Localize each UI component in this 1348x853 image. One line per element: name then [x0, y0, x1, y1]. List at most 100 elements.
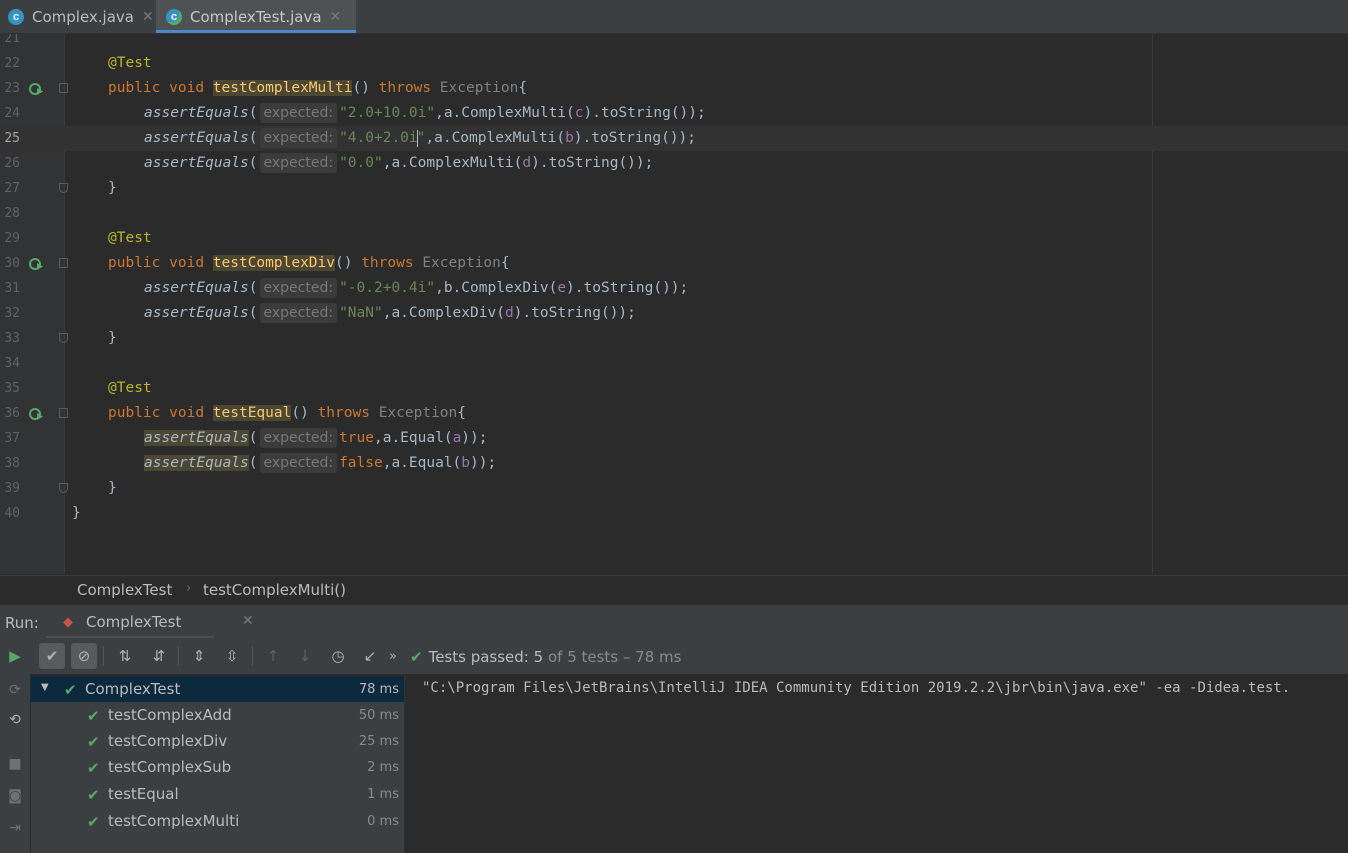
code-text: assertEquals(expected: false,a.Equal(b)); — [144, 451, 496, 476]
tab-complex-java[interactable]: c Complex.java ✕ — [0, 0, 163, 33]
tree-item-test[interactable]: ✔ testComplexDiv 25 ms — [31, 728, 404, 754]
tree-item-test[interactable]: ✔ testComplexSub 2 ms — [31, 754, 404, 780]
sort-by-duration-icon[interactable]: ⇵ — [146, 643, 172, 669]
toggle-auto-test-icon[interactable]: ⟲ — [5, 710, 25, 730]
close-icon[interactable]: ✕ — [142, 9, 154, 25]
field-ref: e — [557, 280, 567, 296]
run-test-icon[interactable] — [29, 257, 43, 271]
breadcrumb: ComplexTest › testComplexMulti() — [0, 575, 1348, 604]
tree-item-test[interactable]: ✔ testComplexAdd 50 ms — [31, 702, 404, 728]
method-call: assertEquals — [144, 430, 249, 446]
code-text: @Test — [108, 226, 152, 251]
previous-failed-icon[interactable]: ↑ — [260, 643, 286, 669]
camera-icon[interactable]: ◙ — [5, 786, 25, 806]
triangle-down-icon[interactable]: ▼ — [41, 682, 49, 693]
check-icon: ✔ — [87, 786, 100, 804]
tree-item-test[interactable]: ✔ testEqual 1 ms — [31, 781, 404, 807]
test-config-icon: ◆ — [63, 615, 73, 630]
chevron-right-icon: › — [186, 581, 192, 596]
field-ref: b — [461, 455, 471, 471]
fold-marker[interactable] — [59, 258, 68, 268]
field-ref: a — [452, 430, 462, 446]
line-number: 35 — [4, 381, 20, 396]
code-text: } — [108, 176, 117, 201]
fold-marker[interactable] — [59, 183, 68, 193]
line-number: 21 — [4, 34, 20, 46]
code-text: ,a.ComplexDiv( — [382, 305, 505, 321]
code-text: )); — [470, 455, 497, 471]
test-history-icon[interactable]: ◷ — [325, 643, 351, 669]
code-line-current: 25 assertEquals(expected: "4.0+2.0i",a.Co… — [0, 126, 1348, 151]
code-text: } — [108, 326, 117, 351]
code-line: 24 assertEquals(expected: "2.0+10.0i",a.C… — [0, 101, 1348, 126]
code-line: 40 } — [0, 501, 1348, 526]
code-text: } — [108, 480, 117, 496]
method-name: testComplexDiv — [212, 255, 335, 271]
rerun-icon[interactable]: ▶ — [2, 643, 28, 669]
parameter-hint: expected: — [259, 428, 338, 448]
code-text: { — [518, 80, 528, 96]
line-number: 27 — [4, 181, 20, 196]
code-text: () — [291, 405, 309, 421]
fold-marker[interactable] — [59, 83, 68, 93]
breadcrumb-class[interactable]: ComplexTest — [77, 581, 172, 599]
sort-alphabetically-icon[interactable]: ⇅ — [112, 643, 138, 669]
code-editor[interactable]: 21 22 @Test 23 public void testComplexMu… — [0, 34, 1348, 574]
more-actions-icon[interactable]: » — [380, 643, 406, 669]
console-output[interactable]: "C:\Program Files\JetBrains\IntelliJ IDE… — [405, 676, 1348, 853]
line-number: 37 — [4, 431, 20, 446]
keyword: void — [169, 80, 205, 96]
status-count: 5 — [533, 648, 544, 666]
parameter-hint: expected: — [259, 303, 338, 323]
run-toolbar: ▶ ✔ ⊘ ⇅ ⇵ ⇕ ⇳ ↑ ↓ ◷ ↙ » ✔ Tests passed: 5… — [0, 638, 1348, 674]
exit-icon[interactable]: ⇥ — [5, 818, 25, 838]
run-tab-complextest[interactable]: ◆ ComplexTest ✕ — [46, 605, 254, 639]
tree-item-root[interactable]: ▼ ✔ ComplexTest 78 ms — [31, 676, 404, 702]
method-call: assertEquals — [144, 280, 249, 296]
line-number: 39 — [4, 481, 20, 496]
close-icon[interactable]: ✕ — [330, 9, 342, 25]
rerun-failed-icon[interactable]: ⟳ — [5, 680, 25, 700]
show-passed-toggle-icon[interactable]: ✔ — [39, 643, 65, 669]
line-number: 33 — [4, 331, 20, 346]
code-text: ).toString()); — [513, 305, 636, 321]
line-number: 32 — [4, 306, 20, 321]
check-icon: ✔ — [87, 707, 100, 725]
line-number: 25 — [4, 131, 20, 146]
next-failed-icon[interactable]: ↓ — [292, 643, 318, 669]
editor-tab-bar: c Complex.java ✕ c ComplexTest.java ✕ — [0, 0, 1348, 34]
test-time: 2 ms — [367, 760, 399, 775]
code-text: ).toString()); — [531, 155, 654, 171]
code-line: 37 assertEquals(expected: true,a.Equal(a)… — [0, 426, 1348, 451]
test-name: testComplexAdd — [108, 706, 232, 724]
keyword: throws — [378, 80, 432, 96]
check-icon: ✔ — [87, 733, 100, 751]
parameter-hint: expected: — [259, 453, 338, 473]
fold-marker[interactable] — [59, 333, 68, 343]
stop-icon[interactable]: ■ — [5, 754, 25, 774]
parameter-hint: expected: — [259, 153, 338, 173]
close-icon[interactable]: ✕ — [242, 613, 254, 629]
fold-marker[interactable] — [59, 483, 68, 493]
run-test-icon[interactable] — [29, 407, 43, 421]
code-text: ( — [248, 455, 258, 471]
keyword: public — [108, 405, 161, 421]
code-text: public void testEqual() throws Exception… — [108, 401, 466, 426]
code-text: ,a.Equal( — [373, 430, 453, 446]
tab-complextest-java[interactable]: c ComplexTest.java ✕ — [156, 0, 356, 33]
code-line: 26 assertEquals(expected: "0.0",a.Complex… — [0, 151, 1348, 176]
line-number: 24 — [4, 106, 20, 121]
run-test-icon[interactable] — [29, 82, 43, 96]
tree-item-test[interactable]: ✔ testComplexMulti 0 ms — [31, 808, 404, 834]
code-line: 36 public void testEqual() throws Except… — [0, 401, 1348, 426]
breadcrumb-method[interactable]: testComplexMulti() — [203, 581, 346, 599]
fold-marker[interactable] — [59, 408, 68, 418]
run-side-toolbar: ⟳ ⟲ ■ ◙ ⇥ — [0, 674, 30, 853]
toolbar-separator — [103, 646, 104, 666]
code-text: assertEquals(expected: true,a.Equal(a)); — [144, 426, 488, 451]
expand-all-icon[interactable]: ⇕ — [186, 643, 212, 669]
line-number: 28 — [4, 206, 20, 221]
show-ignored-toggle-icon[interactable]: ⊘ — [71, 643, 97, 669]
collapse-all-icon[interactable]: ⇳ — [219, 643, 245, 669]
code-text: () — [352, 80, 370, 96]
